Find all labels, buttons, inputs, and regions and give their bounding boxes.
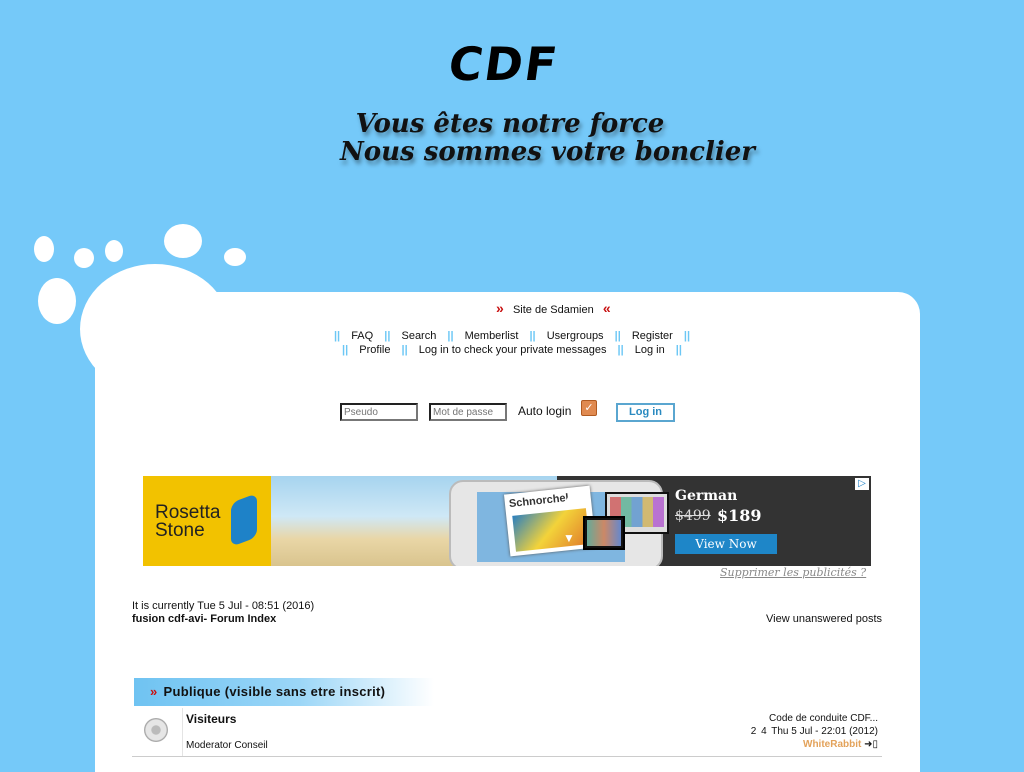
current-time: It is currently Tue 5 Jul - 08:51 (2016) <box>132 600 315 612</box>
topic-count: 2 <box>750 726 757 737</box>
nav-separator: || <box>529 330 536 342</box>
nav-separator: || <box>447 330 454 342</box>
autologin-label: Auto login <box>518 404 572 418</box>
rosetta-stone-logo-icon <box>231 493 257 547</box>
category-title[interactable]: Publique (visible sans etre inscrit) <box>164 684 386 699</box>
ad-banner[interactable]: Rosetta Stone Schnorchel ▲ ▼ German $499… <box>143 476 871 566</box>
bubble-decoration <box>74 248 94 268</box>
post-count: 4 <box>761 726 767 737</box>
ad-old-price: $499 <box>675 508 711 524</box>
slogan: Vous êtes notre force Nous sommes votre … <box>340 109 755 167</box>
nav-usergroups[interactable]: Usergroups <box>547 330 604 342</box>
ad-card-label: Schnorchel <box>508 491 570 511</box>
bubble-decoration <box>38 278 76 324</box>
ad-arrows: ▲ ▼ <box>563 492 575 544</box>
bubble-decoration <box>224 248 246 266</box>
ad-brand: Rosetta Stone <box>155 502 221 541</box>
nav-login[interactable]: Log in <box>635 344 665 356</box>
ad-language: German <box>675 488 738 504</box>
remove-ads-link[interactable]: Supprimer les publicités ? <box>720 566 866 579</box>
nav-separator: || <box>384 330 391 342</box>
autologin-checkbox[interactable]: ✓ <box>581 400 597 416</box>
nav-separator: || <box>675 344 682 356</box>
site-link[interactable]: » Site de Sdamien « <box>496 300 611 316</box>
category-header[interactable]: » Publique (visible sans etre inscrit) <box>134 678 434 706</box>
devices-image <box>583 492 669 550</box>
last-topic-link[interactable]: Code de conduite CDF... <box>751 712 878 725</box>
username-input[interactable] <box>340 403 418 421</box>
slogan-line-1: Vous êtes notre force <box>355 109 665 139</box>
nav-memberlist[interactable]: Memberlist <box>465 330 519 342</box>
arrow-down-icon: ▼ <box>563 531 575 545</box>
adchoices-icon[interactable]: ▷ <box>855 478 869 490</box>
last-post-date: Thu 5 Jul - 22:01 (2012) <box>771 726 878 737</box>
bubble-decoration <box>164 224 202 258</box>
forum-index-link[interactable]: fusion cdf-avi- Forum Index <box>132 613 276 625</box>
ad-photo: Schnorchel <box>271 476 663 566</box>
site-logo[interactable]: CDF <box>445 37 569 91</box>
forum-row: Visiteurs Moderator Conseil Code de cond… <box>132 708 882 757</box>
nav-separator: || <box>401 344 408 356</box>
last-post-user-link[interactable]: WhiteRabbit <box>803 739 861 750</box>
ad-brand-panel: Rosetta Stone <box>143 476 271 566</box>
ad-card-photo <box>512 508 590 552</box>
last-post-author: WhiteRabbit ➜▯ <box>751 738 878 751</box>
arrow-up-icon: ▲ <box>563 491 575 505</box>
ad-new-price: $189 <box>717 506 762 525</box>
view-unanswered-link[interactable]: View unanswered posts <box>766 613 882 625</box>
forum-last-post: Code de conduite CDF... 2 4 Thu 5 Jul - … <box>751 712 878 751</box>
arrow-right-icon: « <box>602 300 611 316</box>
last-post-info: 2 4 Thu 5 Jul - 22:01 (2012) <box>751 725 878 738</box>
nav-private-messages[interactable]: Log in to check your private messages <box>419 344 607 356</box>
goto-last-post-icon[interactable]: ➜▯ <box>864 739 878 750</box>
login-button[interactable]: Log in <box>616 403 675 422</box>
nav-separator: || <box>614 330 621 342</box>
arrow-left-icon: » <box>496 300 504 316</box>
ad-view-now-button[interactable]: View Now <box>675 534 777 554</box>
password-input[interactable] <box>429 403 507 421</box>
tablet-icon <box>583 516 625 550</box>
nav-profile[interactable]: Profile <box>359 344 390 356</box>
forum-name-link[interactable]: Visiteurs <box>186 712 236 726</box>
nav-row-1: || FAQ || Search || Memberlist || Usergr… <box>0 330 1024 342</box>
bubble-decoration <box>105 240 123 262</box>
nav-row-2: || Profile || Log in to check your priva… <box>0 344 1024 356</box>
nav-separator: || <box>683 330 691 342</box>
category-arrow-icon: » <box>150 684 158 699</box>
nav-separator: || <box>333 330 341 342</box>
nav-separator: || <box>617 344 624 356</box>
slogan-line-2: Nous sommes votre bonclier <box>340 137 755 167</box>
nav-search[interactable]: Search <box>401 330 436 342</box>
login-form: Auto login ✓ Log in <box>338 400 678 423</box>
nav-separator: || <box>342 344 349 356</box>
forum-read-icon <box>144 718 168 742</box>
bubble-decoration <box>34 236 54 262</box>
nav-register[interactable]: Register <box>632 330 673 342</box>
logo-text: CDF <box>445 37 563 91</box>
nav-faq[interactable]: FAQ <box>351 330 373 342</box>
forum-moderator[interactable]: Moderator Conseil <box>186 740 268 751</box>
site-link-label[interactable]: Site de Sdamien <box>513 304 594 316</box>
